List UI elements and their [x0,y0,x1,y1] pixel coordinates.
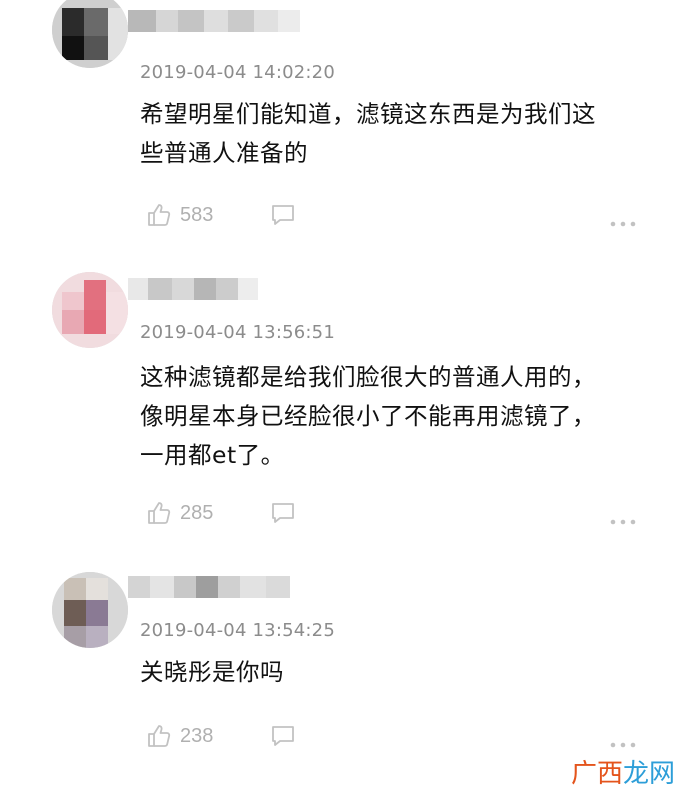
watermark-char: 龙网 [623,759,676,789]
comment-bubble-icon [272,503,294,523]
site-watermark: 广西龙网 [571,756,675,792]
reply-button[interactable] [270,724,296,752]
comment-bubble-icon [272,726,294,746]
avatar[interactable] [52,0,128,68]
more-dots-icon [610,742,636,748]
comment-timestamp: 2019-04-04 13:54:25 [140,620,335,641]
more-button[interactable] [610,510,636,529]
comment-item: 2019-04-04 13:56:51 这种滤镜都是给我们脸很大的普通人用的， … [0,258,700,558]
username[interactable] [128,10,300,32]
reply-button[interactable] [270,203,296,231]
username[interactable] [128,278,258,300]
thumbs-up-icon [148,725,171,747]
thumbs-up-icon [148,502,171,524]
like-count: 583 [180,203,214,226]
comment-text: 希望明星们能知道，滤镜这东西是为我们这 些普通人准备的 [140,100,596,167]
more-button[interactable] [610,733,636,752]
like-count: 285 [180,501,214,524]
avatar[interactable] [52,272,128,348]
comment-timestamp: 2019-04-04 14:02:20 [140,62,335,83]
comment-text: 这种滤镜都是给我们脸很大的普通人用的， 像明星本身已经脸很小了不能再用滤镜了， … [140,363,596,469]
watermark-char: 广 [571,759,598,789]
comment-bubble-icon [272,205,294,225]
reply-button[interactable] [270,501,296,529]
comment-text: 关晓彤是你吗 [140,658,284,686]
like-button[interactable]: 285 [146,498,213,528]
comment-actions: 583 [140,200,640,230]
comment-actions: 238 [140,721,640,751]
more-button[interactable] [610,212,636,231]
more-dots-icon [610,519,636,525]
comment-actions: 285 [140,498,640,528]
thumbs-up-icon [148,204,171,226]
like-button[interactable]: 583 [146,200,213,230]
more-dots-icon [610,221,636,227]
like-button[interactable]: 238 [146,721,213,751]
comment-item: 2019-04-04 14:02:20 希望明星们能知道，滤镜这东西是为我们这 … [0,0,700,258]
like-count: 238 [180,724,214,747]
avatar[interactable] [52,572,128,648]
watermark-char: 西 [597,759,624,789]
username[interactable] [128,576,290,598]
comment-timestamp: 2019-04-04 13:56:51 [140,322,335,343]
